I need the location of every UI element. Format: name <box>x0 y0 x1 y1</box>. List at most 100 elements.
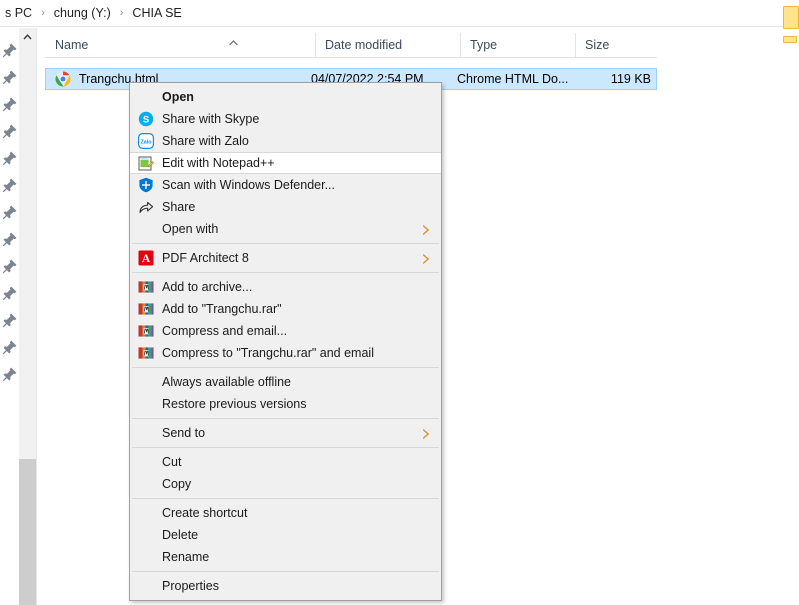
pin-icon[interactable] <box>2 150 18 166</box>
menu-item-delete[interactable]: Delete <box>130 524 441 546</box>
scrollbar-thumb[interactable] <box>19 459 36 605</box>
folder-icon <box>783 6 799 29</box>
file-size-cell: 119 KB <box>610 72 651 86</box>
menu-item-share[interactable]: Share <box>130 196 441 218</box>
menu-item-open[interactable]: Open <box>130 86 441 108</box>
menu-item-label: Compress and email... <box>162 324 288 338</box>
menu-item-pdf-architect-8[interactable]: A PDF Architect 8 <box>130 247 441 269</box>
pin-icon[interactable] <box>2 312 18 328</box>
pane-divider <box>36 28 37 605</box>
winrar-icon <box>138 323 154 339</box>
menu-item-label: Create shortcut <box>162 506 248 520</box>
winrar-icon <box>138 345 154 361</box>
breadcrumb-separator: › <box>119 7 124 19</box>
menu-item-label: Restore previous versions <box>162 397 307 411</box>
navigation-pane-scrollbar[interactable] <box>19 28 36 605</box>
menu-separator <box>132 367 439 368</box>
chevron-up-icon <box>228 36 239 46</box>
breadcrumb-separator: › <box>41 7 45 19</box>
context-menu[interactable]: Open S Share with Skype Zalo Share with Zalo… <box>129 82 442 601</box>
svg-text:S: S <box>143 115 149 126</box>
svg-text:Zalo: Zalo <box>140 139 152 145</box>
menu-item-share-with-zalo[interactable]: Zalo Share with Zalo <box>130 130 441 152</box>
menu-separator <box>132 418 439 419</box>
menu-item-create-shortcut[interactable]: Create shortcut <box>130 502 441 524</box>
menu-item-open-with[interactable]: Open with <box>130 218 441 240</box>
menu-item-add-to-archive[interactable]: Add to archive... <box>130 276 441 298</box>
pin-icon[interactable] <box>2 123 18 139</box>
menu-item-rename[interactable]: Rename <box>130 546 441 568</box>
pin-icon[interactable] <box>2 285 18 301</box>
column-header-size[interactable]: Size <box>575 33 657 57</box>
column-header-size-label: Size <box>585 38 610 52</box>
pin-icon[interactable] <box>2 204 18 220</box>
menu-item-label: Edit with Notepad++ <box>162 156 275 170</box>
folder-icon <box>783 36 797 43</box>
menu-item-label: Scan with Windows Defender... <box>162 178 335 192</box>
menu-item-properties[interactable]: Properties <box>130 575 441 597</box>
menu-item-add-to-trangchu-rar[interactable]: Add to "Trangchu.rar" <box>130 298 441 320</box>
menu-separator <box>132 571 439 572</box>
menu-item-label: Properties <box>162 579 219 593</box>
menu-item-label: Open with <box>162 222 219 236</box>
pin-icon[interactable] <box>2 339 18 355</box>
pin-icon[interactable] <box>2 177 18 193</box>
menu-item-send-to[interactable]: Send to <box>130 422 441 444</box>
chevron-right-icon <box>422 428 431 439</box>
file-type-cell: Chrome HTML Do... <box>457 72 569 86</box>
menu-item-scan-with-windows-defender[interactable]: Scan with Windows Defender... <box>130 174 441 196</box>
menu-item-copy[interactable]: Copy <box>130 473 441 495</box>
menu-separator <box>132 498 439 499</box>
column-header-type[interactable]: Type <box>460 33 575 57</box>
notepadpp-icon <box>138 156 155 172</box>
file-explorer-window: s PC › chung (Y:) › CHIA SE Name Date mo… <box>0 0 799 605</box>
column-header-date-label: Date modified <box>325 38 403 52</box>
winrar-icon <box>138 301 154 317</box>
column-header-name-label: Name <box>55 38 89 52</box>
menu-item-label: Share <box>162 200 196 214</box>
menu-item-label: Open <box>162 90 194 104</box>
menu-separator <box>132 272 439 273</box>
menu-item-label: Send to <box>162 426 206 440</box>
menu-item-restore-previous-versions[interactable]: Restore previous versions <box>130 393 441 415</box>
menu-item-cut[interactable]: Cut <box>130 451 441 473</box>
pin-icon[interactable] <box>2 258 18 274</box>
zalo-icon: Zalo <box>138 133 155 150</box>
menu-item-label: Share with Zalo <box>162 134 249 148</box>
menu-item-compress-and-email[interactable]: Compress and email... <box>130 320 441 342</box>
breadcrumb-item-1[interactable]: chung (Y:) <box>51 5 114 21</box>
address-bar[interactable]: s PC › chung (Y:) › CHIA SE <box>0 0 799 27</box>
column-header-name[interactable]: Name <box>45 33 315 57</box>
menu-item-label: PDF Architect 8 <box>162 251 249 265</box>
winrar-icon <box>138 279 154 295</box>
chevron-up-icon[interactable] <box>19 28 36 45</box>
menu-item-label: Add to archive... <box>162 280 253 294</box>
pin-icon[interactable] <box>2 231 18 247</box>
menu-separator <box>132 447 439 448</box>
menu-item-compress-to-trangchu-rar-and-email[interactable]: Compress to "Trangchu.rar" and email <box>130 342 441 364</box>
pin-icon[interactable] <box>2 96 18 112</box>
share-icon <box>138 199 154 215</box>
menu-item-label: Add to "Trangchu.rar" <box>162 302 282 316</box>
chevron-right-icon <box>422 253 431 264</box>
pin-icon[interactable] <box>2 42 18 58</box>
menu-item-label: Always available offline <box>162 375 292 389</box>
column-header-date-modified[interactable]: Date modified <box>315 33 460 57</box>
pin-icon[interactable] <box>2 69 18 85</box>
pin-icon[interactable] <box>2 366 18 382</box>
breadcrumb-item-0[interactable]: s PC <box>2 5 35 21</box>
windows-defender-icon <box>138 177 154 193</box>
menu-item-label: Rename <box>162 550 210 564</box>
menu-item-label: Copy <box>162 477 192 491</box>
chrome-icon <box>55 71 71 87</box>
menu-item-label: Compress to "Trangchu.rar" and email <box>162 346 374 360</box>
menu-item-share-with-skype[interactable]: S Share with Skype <box>130 108 441 130</box>
skype-icon: S <box>138 111 154 127</box>
svg-text:A: A <box>142 253 151 265</box>
menu-item-always-available-offline[interactable]: Always available offline <box>130 371 441 393</box>
menu-item-edit-with-notepad[interactable]: Edit with Notepad++ <box>130 152 441 174</box>
menu-item-label: Delete <box>162 528 199 542</box>
column-header-row: Name Date modified Type Size <box>45 33 657 58</box>
menu-item-label: Share with Skype <box>162 112 260 126</box>
breadcrumb-item-2[interactable]: CHIA SE <box>129 5 184 21</box>
